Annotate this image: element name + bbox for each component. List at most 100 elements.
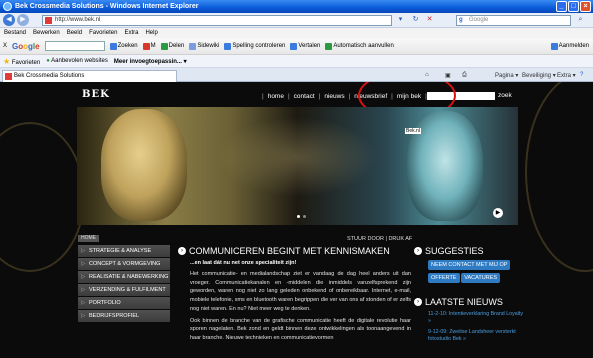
nav-contact[interactable]: contact — [294, 93, 315, 100]
extra-menu[interactable]: Extra ▾ — [557, 72, 576, 79]
pagina-menu[interactable]: Pagina ▾ — [495, 72, 518, 79]
nav-home[interactable]: home — [268, 93, 284, 100]
favorites-star-icon: ★ — [3, 56, 11, 66]
favorites-bar: ★ Favorieten ● Aanbevolen websites Meer … — [0, 55, 593, 68]
tab-label: Bek Crossmedia Solutions — [14, 73, 85, 79]
aanmelden-button[interactable]: Aanmelden — [550, 42, 589, 50]
gmail-button[interactable]: M — [142, 42, 156, 50]
google-logo: Google — [12, 41, 40, 51]
tab-bek[interactable]: Bek Crossmedia Solutions — [2, 70, 177, 82]
autofill-button[interactable]: Automatisch aanvullen — [325, 42, 394, 50]
chevron-right-icon: ▷ — [81, 313, 86, 319]
vertalen-button[interactable]: Vertalen — [290, 42, 320, 50]
maximize-button[interactable]: □ — [568, 1, 579, 12]
main-subheading: ...en laat dát nu net onze specialiteit … — [190, 260, 297, 266]
menu-bestand[interactable]: Bestand — [4, 30, 26, 36]
translate-icon — [290, 42, 298, 50]
sidemenu-strategie[interactable]: ▷ STRATEGIE & ANALYSE — [78, 245, 170, 257]
sidewiki-button[interactable]: Sidewiki — [189, 42, 219, 50]
arrow-circle-icon: › — [414, 298, 422, 306]
favorites-button[interactable]: ★ Favorieten — [3, 57, 40, 66]
minimize-button[interactable]: _ — [556, 1, 567, 12]
browser-search-input[interactable]: g Google — [456, 15, 571, 26]
slider-dots[interactable] — [297, 215, 306, 218]
vacatures-button[interactable]: VACATURES — [461, 273, 501, 283]
bek-logo[interactable]: BEK — [82, 89, 110, 100]
beveiliging-menu[interactable]: Beveiliging ▾ — [522, 72, 556, 79]
url-dropdown-icon[interactable]: ▾ — [395, 15, 406, 26]
chevron-right-icon: ▷ — [81, 287, 86, 293]
breadcrumb[interactable]: HOME — [78, 235, 99, 242]
hero-banner: Bek.nl ▶ — [77, 107, 518, 225]
decorative-swirl — [0, 122, 85, 272]
main-paragraph: Het communicatie- en medialandschap ziet… — [190, 271, 411, 312]
arrow-circle-icon: › — [414, 247, 422, 255]
zoeken-button[interactable]: Zoeken — [109, 42, 138, 50]
menu-extra[interactable]: Extra — [124, 30, 138, 36]
menu-beeld[interactable]: Beeld — [67, 30, 82, 36]
contact-button[interactable]: NEEM CONTACT MET MIJ OP — [428, 260, 511, 270]
sidemenu-verzending[interactable]: ▷ VERZENDING & FULFILMENT — [78, 284, 170, 296]
gmail-icon — [142, 42, 150, 50]
autofill-icon — [325, 42, 333, 50]
nieuws-heading: › LAATSTE NIEUWS — [414, 297, 524, 307]
hero-tag: Bek.nl — [405, 128, 421, 134]
home-icon[interactable]: ⌂ — [425, 72, 429, 78]
menu-favorieten[interactable]: Favorieten — [89, 30, 117, 36]
delen-button[interactable]: Delen — [160, 42, 184, 50]
google-search-icon: g — [459, 17, 463, 23]
news-item[interactable]: 9-12-09: Zweitse Landsheer versterkt fot… — [428, 329, 524, 343]
share-print-links[interactable]: STUUR DOOR | DRUK AF — [347, 236, 412, 242]
hero-glow — [217, 117, 377, 197]
play-icon[interactable]: ▶ — [493, 208, 503, 218]
search-placeholder: Google — [469, 17, 489, 23]
stop-icon[interactable]: ✕ — [424, 15, 435, 26]
address-bar: ◀ ▶ http://www.bek.nl ▾ ↻ ✕ g Google ⌕ — [0, 13, 593, 28]
forward-button[interactable]: ▶ — [17, 14, 29, 26]
feeds-icon[interactable]: ▣ — [445, 72, 451, 79]
google-toolbar-input[interactable] — [44, 41, 105, 51]
close-button[interactable]: × — [580, 1, 591, 12]
suggesties-heading: › SUGGESTIES — [414, 246, 524, 256]
url-text: http://www.bek.nl — [55, 17, 101, 23]
hero-face-left-image — [101, 109, 187, 221]
zoeken-icon — [109, 42, 117, 50]
sidewiki-icon — [189, 42, 197, 50]
help-icon[interactable]: ? — [580, 72, 583, 78]
sidemenu-concept[interactable]: ▷ CONCEPT & VORMGEVING — [78, 258, 170, 270]
search-go-icon[interactable]: ⌕ — [575, 15, 586, 26]
spelling-button[interactable]: Spelling controleren — [224, 42, 285, 50]
main-paragraph: Ook binnen de branche van de grafische c… — [190, 317, 411, 341]
nav-nieuws[interactable]: nieuws — [324, 93, 344, 100]
wrench-icon — [550, 42, 558, 50]
chevron-right-icon: ▷ — [81, 274, 86, 280]
suggested-sites-link[interactable]: ● Aanbevolen websites — [46, 58, 108, 64]
right-column: › SUGGESTIES NEEM CONTACT MET MIJ OP OFF… — [414, 246, 524, 347]
more-addons-link[interactable]: Meer invoegtoepassin... ▾ — [114, 58, 187, 65]
menu-help[interactable]: Help — [145, 30, 157, 36]
toolbar-close-icon[interactable]: X — [3, 43, 7, 49]
sidemenu-portfolio[interactable]: ▷ PORTFOLIO — [78, 297, 170, 309]
share-icon — [160, 42, 168, 50]
url-input[interactable]: http://www.bek.nl — [42, 15, 392, 26]
window-titlebar: Bek Crossmedia Solutions - Windows Inter… — [0, 0, 593, 13]
site-search-button[interactable]: zoek — [498, 92, 512, 99]
window-title: Bek Crossmedia Solutions - Windows Inter… — [15, 3, 199, 10]
main-content: › COMMUNICEREN BEGINT MET KENNISMAKEN ..… — [178, 246, 411, 346]
print-icon[interactable]: ⎙ — [462, 72, 467, 79]
arrow-circle-icon: › — [178, 247, 186, 255]
offerte-button[interactable]: OFFERTE — [428, 273, 460, 283]
sidemenu-bedrijfsprofiel[interactable]: ▷ BEDRIJFSPROFIEL — [78, 310, 170, 322]
suggested-sites-icon: ● — [46, 58, 50, 64]
site-favicon-icon — [45, 17, 52, 24]
tab-row: Bek Crossmedia Solutions ⌂ ▣ ⎙ Pagina ▾ … — [0, 68, 593, 82]
menu-bewerken[interactable]: Bewerken — [33, 30, 60, 36]
news-item[interactable]: 11-2-10: Intentieverklaring Brand Loyalt… — [428, 311, 524, 325]
back-button[interactable]: ◀ — [3, 14, 15, 26]
refresh-icon[interactable]: ↻ — [410, 15, 421, 26]
spellcheck-icon — [224, 42, 232, 50]
chevron-right-icon: ▷ — [81, 248, 86, 254]
main-heading: › COMMUNICEREN BEGINT MET KENNISMAKEN — [178, 246, 411, 256]
google-toolbar: X Google Zoeken M Delen Sidewiki Spellin… — [0, 38, 593, 55]
sidemenu-realisatie[interactable]: ▷ REALISATIE & NABEWERKING — [78, 271, 170, 283]
